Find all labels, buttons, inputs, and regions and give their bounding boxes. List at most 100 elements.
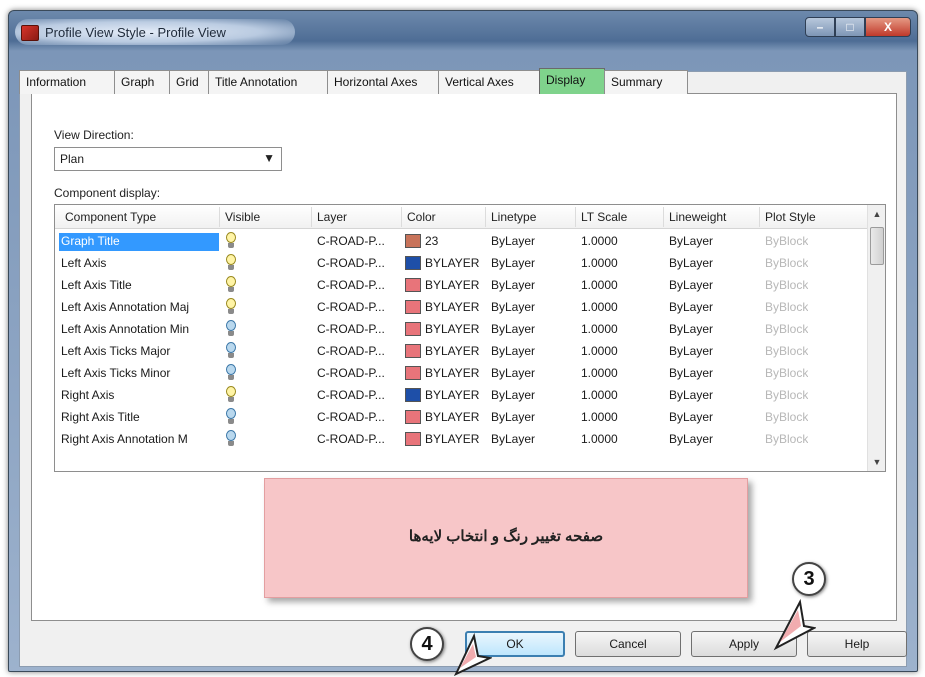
layer-cell: C-ROAD-P... <box>317 366 385 380</box>
component-type-cell[interactable]: Left Axis Annotation Maj <box>59 299 219 317</box>
cancel-button[interactable]: Cancel <box>575 631 681 657</box>
column-separator <box>663 207 664 227</box>
color-swatch[interactable] <box>405 344 421 358</box>
tab-graph[interactable]: Graph <box>114 70 170 94</box>
component-type-cell[interactable]: Right Axis Title <box>59 409 219 427</box>
table-row[interactable]: Right Axis Title C-ROAD-P... BYLAYER ByLaye… <box>55 406 867 428</box>
title-bar[interactable]: Profile View Style - Profile View – □ X <box>9 11 917 51</box>
lightbulb-off-icon[interactable] <box>225 364 237 382</box>
table-row[interactable]: Left Axis Annotation Maj C-ROAD-P... BYLAY… <box>55 296 867 318</box>
column-header[interactable]: Layer <box>317 210 347 224</box>
column-header[interactable]: LT Scale <box>581 210 627 224</box>
maximize-button[interactable]: □ <box>835 17 865 37</box>
view-direction-select[interactable]: Plan ▼ <box>54 147 282 171</box>
color-swatch[interactable] <box>405 322 421 336</box>
color-cell[interactable]: BYLAYER <box>425 410 479 424</box>
color-swatch[interactable] <box>405 234 421 248</box>
lightbulb-on-icon[interactable] <box>225 386 237 404</box>
color-cell[interactable]: BYLAYER <box>425 432 479 446</box>
vertical-scrollbar[interactable]: ▲ ▼ <box>867 205 885 471</box>
component-type-cell[interactable]: Graph Title <box>59 233 219 251</box>
app-icon <box>21 25 39 41</box>
color-cell[interactable]: 23 <box>425 234 438 248</box>
lightbulb-on-icon[interactable] <box>225 254 237 272</box>
lt-scale-cell: 1.0000 <box>581 388 618 402</box>
color-cell[interactable]: BYLAYER <box>425 300 479 314</box>
color-cell[interactable]: BYLAYER <box>425 278 479 292</box>
color-swatch[interactable] <box>405 256 421 270</box>
color-cell[interactable]: BYLAYER <box>425 388 479 402</box>
minimize-button[interactable]: – <box>805 17 835 37</box>
layer-cell: C-ROAD-P... <box>317 322 385 336</box>
linetype-cell: ByLayer <box>491 388 536 402</box>
color-cell[interactable]: BYLAYER <box>425 256 479 270</box>
lightbulb-off-icon[interactable] <box>225 342 237 360</box>
component-type-cell[interactable]: Right Axis Annotation M <box>59 431 219 449</box>
column-separator <box>401 207 402 227</box>
table-row[interactable]: Right Axis C-ROAD-P... BYLAYER ByLayer 1.000… <box>55 384 867 406</box>
color-cell[interactable]: BYLAYER <box>425 322 479 336</box>
linetype-cell: ByLayer <box>491 300 536 314</box>
lightbulb-on-icon[interactable] <box>225 298 237 316</box>
table-row[interactable]: Left Axis Ticks Minor C-ROAD-P... BYLAYER B… <box>55 362 867 384</box>
tab-display[interactable]: Display <box>539 68 605 94</box>
column-separator <box>485 207 486 227</box>
lt-scale-cell: 1.0000 <box>581 278 618 292</box>
component-display-grid[interactable]: Component Type Visible Layer Color Linetype L… <box>54 204 886 472</box>
scroll-thumb[interactable] <box>870 227 884 265</box>
component-type-cell[interactable]: Right Axis <box>59 387 219 405</box>
window-title: Profile View Style - Profile View <box>45 25 226 40</box>
column-header[interactable]: Lineweight <box>669 210 726 224</box>
table-row[interactable]: Left Axis Title C-ROAD-P... BYLAYER ByLayer… <box>55 274 867 296</box>
close-button[interactable]: X <box>865 17 911 37</box>
table-row[interactable]: Left Axis C-ROAD-P... BYLAYER ByLayer 1.0000… <box>55 252 867 274</box>
chevron-down-icon: ▼ <box>263 151 275 165</box>
color-swatch[interactable] <box>405 300 421 314</box>
lineweight-cell: ByLayer <box>669 256 714 270</box>
lt-scale-cell: 1.0000 <box>581 300 618 314</box>
tab-summary[interactable]: Summary <box>604 70 688 94</box>
lightbulb-off-icon[interactable] <box>225 320 237 338</box>
plot-style-cell: ByBlock <box>765 344 809 358</box>
color-swatch[interactable] <box>405 410 421 424</box>
lightbulb-off-icon[interactable] <box>225 430 237 448</box>
component-type-cell[interactable]: Left Axis Title <box>59 277 219 295</box>
lt-scale-cell: 1.0000 <box>581 432 618 446</box>
lightbulb-on-icon[interactable] <box>225 232 237 250</box>
column-header[interactable]: Plot Style <box>765 210 816 224</box>
tab-horizontal-axes[interactable]: Horizontal Axes <box>327 70 439 94</box>
table-row[interactable]: Left Axis Ticks Major C-ROAD-P... BYLAYER B… <box>55 340 867 362</box>
tab-information[interactable]: Information <box>19 70 115 94</box>
tab-grid[interactable]: Grid <box>169 70 209 94</box>
table-row[interactable]: Left Axis Annotation Min C-ROAD-P... BYLAY… <box>55 318 867 340</box>
scroll-down-icon[interactable]: ▼ <box>868 453 885 471</box>
tab-title-annotation[interactable]: Title Annotation <box>208 70 328 94</box>
color-swatch[interactable] <box>405 278 421 292</box>
table-row[interactable]: Graph Title C-ROAD-P... 23 ByLayer 1.0000 ByL… <box>55 230 867 252</box>
plot-style-cell: ByBlock <box>765 366 809 380</box>
component-type-cell[interactable]: Left Axis Ticks Major <box>59 343 219 361</box>
column-header[interactable]: Visible <box>225 210 260 224</box>
grid-header: Component Type Visible Layer Color Linetype L… <box>55 205 867 229</box>
component-type-cell[interactable]: Left Axis Annotation Min <box>59 321 219 339</box>
column-header[interactable]: Color <box>407 210 436 224</box>
color-swatch[interactable] <box>405 432 421 446</box>
scroll-up-icon[interactable]: ▲ <box>868 205 885 223</box>
plot-style-cell: ByBlock <box>765 432 809 446</box>
color-cell[interactable]: BYLAYER <box>425 344 479 358</box>
annotation-note: صفحه تغییر رنگ و انتخاب لایه‌ها <box>264 478 748 598</box>
column-header[interactable]: Component Type <box>65 210 156 224</box>
color-cell[interactable]: BYLAYER <box>425 366 479 380</box>
table-row[interactable]: Right Axis Annotation M C-ROAD-P... BYLAYE… <box>55 428 867 450</box>
lightbulb-on-icon[interactable] <box>225 276 237 294</box>
color-swatch[interactable] <box>405 366 421 380</box>
layer-cell: C-ROAD-P... <box>317 256 385 270</box>
help-button[interactable]: Help <box>807 631 907 657</box>
tab-vertical-axes[interactable]: Vertical Axes <box>438 70 540 94</box>
column-header[interactable]: Linetype <box>491 210 536 224</box>
lightbulb-off-icon[interactable] <box>225 408 237 426</box>
plot-style-cell: ByBlock <box>765 256 809 270</box>
component-type-cell[interactable]: Left Axis Ticks Minor <box>59 365 219 383</box>
color-swatch[interactable] <box>405 388 421 402</box>
component-type-cell[interactable]: Left Axis <box>59 255 219 273</box>
